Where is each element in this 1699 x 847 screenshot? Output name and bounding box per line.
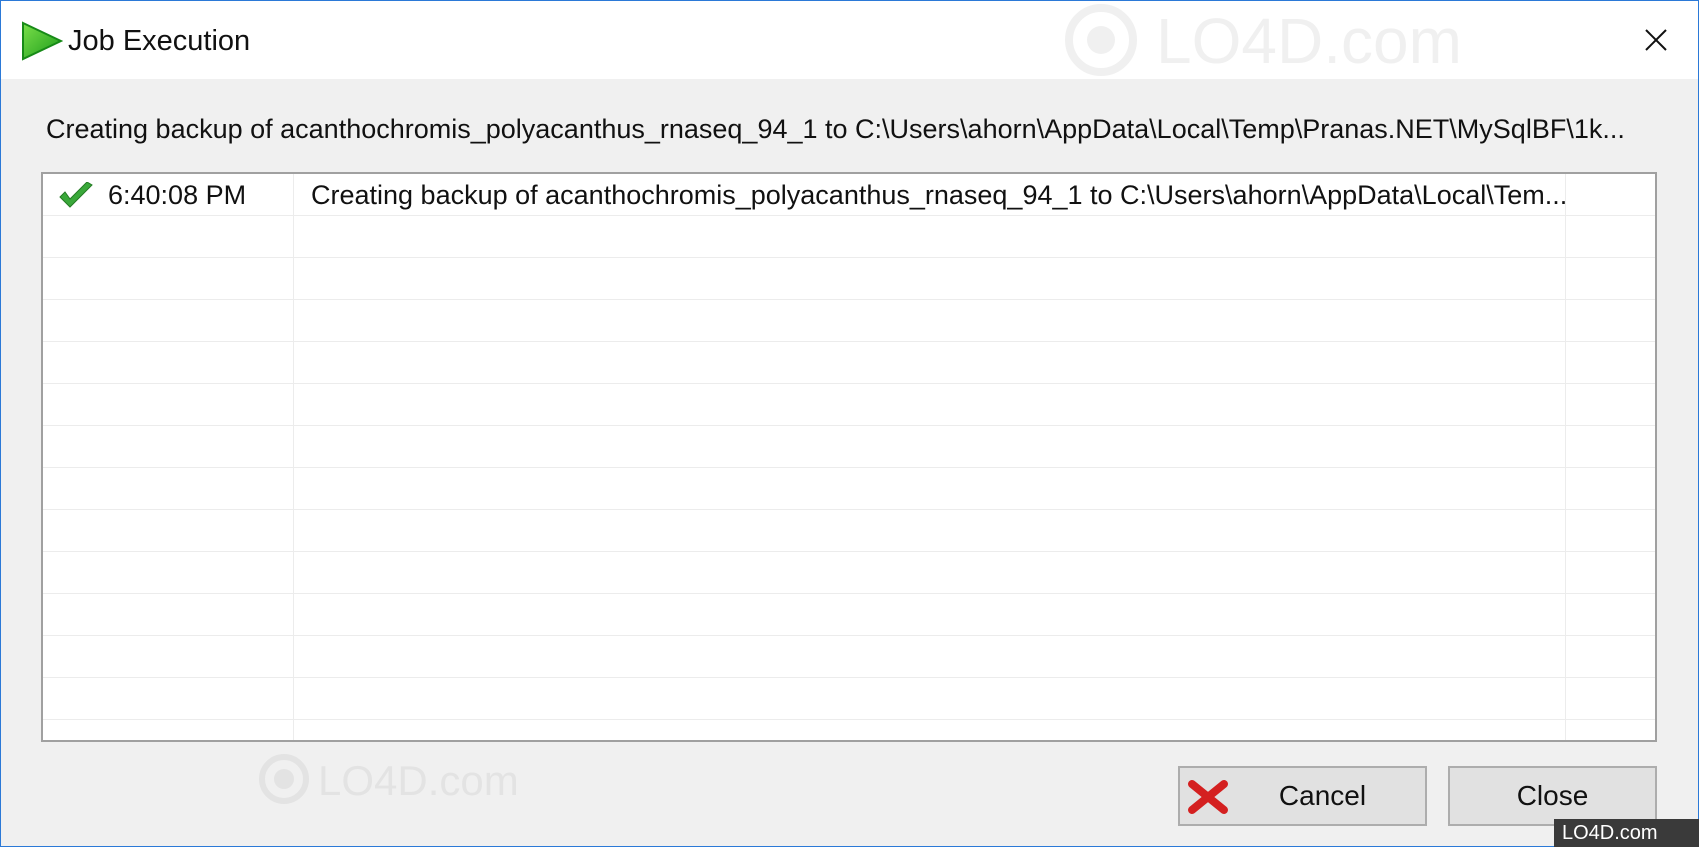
table-row[interactable] bbox=[43, 426, 1655, 468]
watermark-text: LO4D.com bbox=[318, 757, 516, 804]
cancel-button-label: Cancel bbox=[1278, 780, 1367, 811]
table-row[interactable] bbox=[43, 258, 1655, 300]
cancel-button[interactable]: Cancel bbox=[1178, 766, 1427, 826]
close-window-button[interactable] bbox=[1631, 15, 1681, 65]
watermark-logo: LO4D.com bbox=[1065, 4, 1462, 77]
watermark-logo: LO4D.com bbox=[259, 754, 516, 804]
table-row[interactable] bbox=[43, 636, 1655, 678]
window-title: Job Execution bbox=[68, 25, 251, 57]
green-play-icon bbox=[22, 21, 63, 61]
watermark-badge: LO4D.com bbox=[1554, 819, 1699, 847]
watermark-text: LO4D.com bbox=[1156, 5, 1462, 77]
table-row[interactable] bbox=[43, 468, 1655, 510]
close-icon bbox=[1645, 29, 1667, 51]
table-row[interactable] bbox=[43, 552, 1655, 594]
close-button-label: Close bbox=[1516, 780, 1589, 811]
job-execution-window: Job Execution LO4D.com Creating backup o… bbox=[0, 0, 1699, 847]
table-row[interactable] bbox=[43, 216, 1655, 258]
close-button[interactable]: Close bbox=[1448, 766, 1657, 826]
table-row[interactable] bbox=[43, 300, 1655, 342]
check-icon bbox=[59, 182, 93, 208]
log-time: 6:40:08 PM bbox=[108, 180, 247, 210]
execution-log-grid[interactable]: 6:40:08 PM Creating backup of acanthochr… bbox=[41, 172, 1657, 742]
title-bar[interactable]: Job Execution LO4D.com bbox=[1, 1, 1698, 79]
table-row[interactable]: 6:40:08 PM Creating backup of acanthochr… bbox=[43, 174, 1655, 216]
red-x-icon bbox=[1188, 780, 1228, 814]
table-row[interactable] bbox=[43, 384, 1655, 426]
table-row[interactable] bbox=[43, 678, 1655, 720]
table-row[interactable] bbox=[43, 510, 1655, 552]
table-row[interactable] bbox=[43, 342, 1655, 384]
table-row[interactable] bbox=[43, 594, 1655, 636]
watermark-badge-text: LO4D.com bbox=[1562, 822, 1658, 844]
log-message: Creating backup of acanthochromis_polyac… bbox=[311, 180, 1568, 210]
current-status-text: Creating backup of acanthochromis_polyac… bbox=[46, 114, 1625, 144]
